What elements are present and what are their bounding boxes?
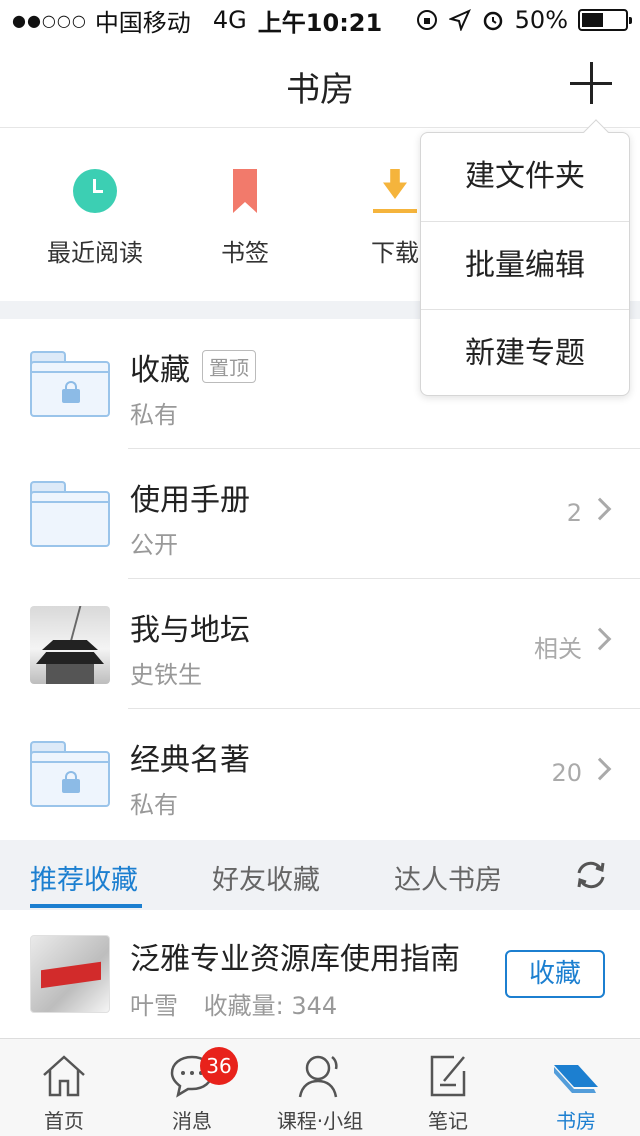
recommended-author: 叶雪: [130, 992, 178, 1020]
tabbar-messages-label: 消息: [172, 1109, 212, 1133]
list-item[interactable]: 使用手册 公开 2: [0, 449, 640, 579]
pinned-badge: 置顶: [202, 350, 256, 383]
refresh-icon[interactable]: [574, 858, 608, 892]
tabbar-home-label: 首页: [44, 1109, 84, 1133]
bookmark-icon: [233, 169, 257, 213]
tab-recommended[interactable]: 推荐收藏: [30, 858, 138, 897]
chevron-right-icon: [588, 757, 612, 781]
add-icon[interactable]: [570, 62, 612, 104]
recommendation-tabs: 推荐收藏 好友收藏 达人书房: [0, 840, 640, 910]
recent-reading-label: 最近阅读: [47, 239, 143, 267]
page-title: 书房: [286, 70, 354, 110]
item-count: 20: [551, 759, 582, 787]
chevron-right-icon: [588, 627, 612, 651]
bookmarks-button[interactable]: 书签: [170, 169, 320, 268]
bookmarks-label: 书签: [221, 239, 269, 267]
menu-item-batch-edit[interactable]: 批量编辑: [421, 221, 629, 309]
tab-experts[interactable]: 达人书房: [394, 858, 502, 897]
note-icon: [430, 1055, 466, 1097]
tabbar-notes[interactable]: 笔记: [384, 1039, 512, 1136]
navigation-bar: 书房: [0, 40, 640, 128]
tab-friends[interactable]: 好友收藏: [212, 858, 320, 897]
location-icon: [448, 9, 471, 31]
unread-badge: 36: [200, 1047, 238, 1085]
collect-button[interactable]: 收藏: [505, 950, 605, 998]
recommended-meta: 叶雪 收藏量: 344: [130, 986, 337, 1021]
recent-reading-button[interactable]: 最近阅读: [20, 169, 170, 268]
status-bar: ●●○○○ 中国移动 4G 上午10:21 50%: [0, 0, 640, 40]
item-count: 2: [566, 499, 582, 527]
clock-icon: [73, 169, 117, 213]
tabbar-bookroom[interactable]: 书房: [512, 1039, 640, 1136]
folder-name: 经典名著: [130, 743, 250, 778]
folder-name: 使用手册: [130, 483, 250, 518]
carrier-name: 中国移动: [94, 8, 191, 37]
orientation-lock-icon: [416, 10, 437, 30]
topic-name: 我与地坛: [130, 613, 250, 648]
menu-item-new-topic[interactable]: 新建专题: [421, 309, 629, 397]
folder-icon: [30, 481, 110, 547]
temple-photo: [30, 606, 110, 684]
signal-strength: ●●○○○: [12, 10, 87, 30]
locked-folder-icon: [30, 741, 110, 807]
recommended-title: 泛雅专业资源库使用指南: [130, 942, 460, 977]
download-icon: [373, 169, 417, 213]
menu-item-new-folder[interactable]: 建文件夹: [421, 133, 629, 221]
battery-percent: 50%: [514, 6, 568, 34]
home-icon: [43, 1055, 85, 1097]
status-right: 50%: [415, 6, 632, 34]
alarm-icon: [483, 11, 502, 31]
folder-name: 收藏 置顶: [130, 345, 256, 389]
tabbar-bookroom-label: 书房: [556, 1109, 596, 1133]
list-item[interactable]: 我与地坛 史铁生 相关: [0, 579, 640, 709]
tabbar-courses-label: 课程·小组: [276, 1109, 364, 1133]
tabbar-notes-label: 笔记: [428, 1109, 468, 1133]
folder-visibility: 私有: [130, 791, 178, 819]
network-type: 4G: [212, 6, 247, 34]
folder-visibility: 公开: [130, 531, 178, 559]
related-label: 相关: [534, 635, 582, 663]
add-dropdown-menu: 建文件夹 批量编辑 新建专题: [420, 119, 630, 397]
user-icon: [298, 1055, 338, 1098]
tabbar-messages[interactable]: 36 消息: [128, 1039, 256, 1136]
tabbar-home[interactable]: 首页: [0, 1039, 128, 1136]
locked-folder-icon: [30, 351, 110, 417]
chevron-right-icon: [588, 497, 612, 521]
bottom-tab-bar: 首页 36 消息 课程·小组 笔记 书房: [0, 1038, 640, 1136]
recommended-item[interactable]: 泛雅专业资源库使用指南 叶雪 收藏量: 344 收藏: [0, 910, 640, 1038]
tabbar-courses[interactable]: 课程·小组: [256, 1039, 384, 1136]
list-item[interactable]: 经典名著 私有 20: [0, 709, 640, 839]
bookshelf-icon: [554, 1065, 598, 1093]
collect-count: 收藏量: 344: [203, 992, 338, 1020]
battery-icon: [578, 9, 632, 31]
folder-visibility: 私有: [130, 401, 178, 429]
book-cover: [30, 935, 110, 1013]
active-tab-indicator: [30, 904, 142, 908]
topic-author: 史铁生: [130, 661, 202, 689]
